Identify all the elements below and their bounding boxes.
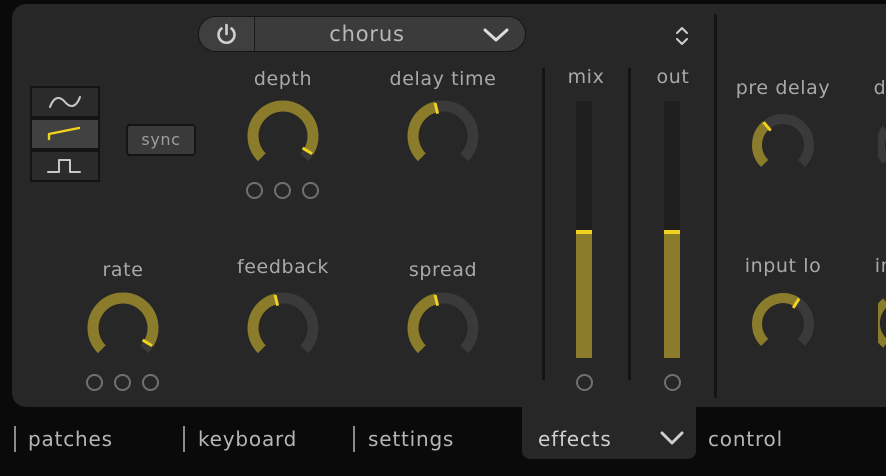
rate-mod-slot-3[interactable]	[142, 374, 159, 391]
pre-delay-label: pre delay	[735, 77, 831, 99]
rate-label: rate	[102, 259, 144, 281]
depth-mod-slot-1[interactable]	[246, 182, 263, 199]
chevron-down-icon[interactable]	[481, 23, 511, 45]
out-label: out	[656, 66, 690, 88]
tab-settings[interactable]: settings	[368, 424, 454, 454]
partial-knob-label-bottom: in	[874, 255, 886, 277]
input-lo-knob[interactable]	[751, 292, 815, 356]
knob-value-arc	[407, 101, 438, 162]
spread-label: spread	[408, 259, 478, 281]
waveform-sine-button[interactable]	[30, 86, 100, 118]
knob-value-arc	[752, 293, 800, 346]
depth-mod-slot-3[interactable]	[302, 182, 319, 199]
waveform-saw-button[interactable]	[30, 118, 100, 150]
sync-button[interactable]: sync	[126, 124, 196, 156]
out-mod-slot[interactable]	[664, 374, 681, 391]
mix-label: mix	[567, 66, 605, 88]
knob-value-arc	[752, 121, 770, 167]
feedback-knob[interactable]	[247, 292, 319, 364]
effect-selector[interactable]: chorus	[198, 16, 526, 52]
out-meter[interactable]	[664, 101, 680, 358]
meter-divider-left	[542, 68, 545, 380]
depth-mod-slot-2[interactable]	[274, 182, 291, 199]
up-down-arrows-icon[interactable]	[672, 24, 692, 48]
rate-mod-slot-1[interactable]	[86, 374, 103, 391]
tab-separator	[353, 426, 355, 452]
square-wave-icon	[47, 159, 81, 173]
tab-effects[interactable]: effects	[538, 424, 612, 454]
input-lo-label: input lo	[744, 255, 822, 277]
out-meter-fill	[664, 229, 680, 358]
power-button[interactable]	[199, 17, 255, 51]
depth-label: depth	[253, 68, 313, 90]
tab-separator	[14, 426, 16, 452]
pre-delay-knob[interactable]	[751, 113, 815, 177]
tab-keyboard[interactable]: keyboard	[198, 424, 297, 454]
sine-wave-icon	[49, 96, 81, 108]
feedback-label: feedback	[236, 256, 330, 278]
tab-patches[interactable]: patches	[28, 424, 113, 454]
spread-knob[interactable]	[407, 292, 479, 364]
section-divider	[714, 14, 717, 398]
chevron-down-icon[interactable]	[658, 428, 686, 448]
delay-time-knob[interactable]	[407, 100, 479, 172]
rate-knob[interactable]	[87, 292, 159, 364]
partial-knob-label-top: d	[873, 77, 886, 99]
depth-knob[interactable]	[247, 100, 319, 172]
tab-control[interactable]: control	[708, 424, 783, 454]
tab-separator	[183, 426, 185, 452]
power-icon	[217, 23, 236, 44]
meter-divider-middle	[628, 68, 631, 380]
rate-mod-slot-2[interactable]	[114, 374, 131, 391]
mix-mod-slot[interactable]	[576, 374, 593, 391]
waveform-square-button[interactable]	[30, 150, 100, 182]
knob-value-arc	[407, 293, 438, 354]
effect-name: chorus	[329, 22, 405, 46]
mix-meter[interactable]	[576, 101, 592, 358]
partial-knob-top[interactable]	[878, 113, 886, 177]
knob-value-arc	[247, 293, 278, 354]
mix-meter-fill	[576, 229, 592, 358]
partial-knob-bottom[interactable]	[878, 292, 886, 356]
saw-wave-icon	[47, 126, 81, 141]
delay-time-label: delay time	[389, 68, 497, 90]
